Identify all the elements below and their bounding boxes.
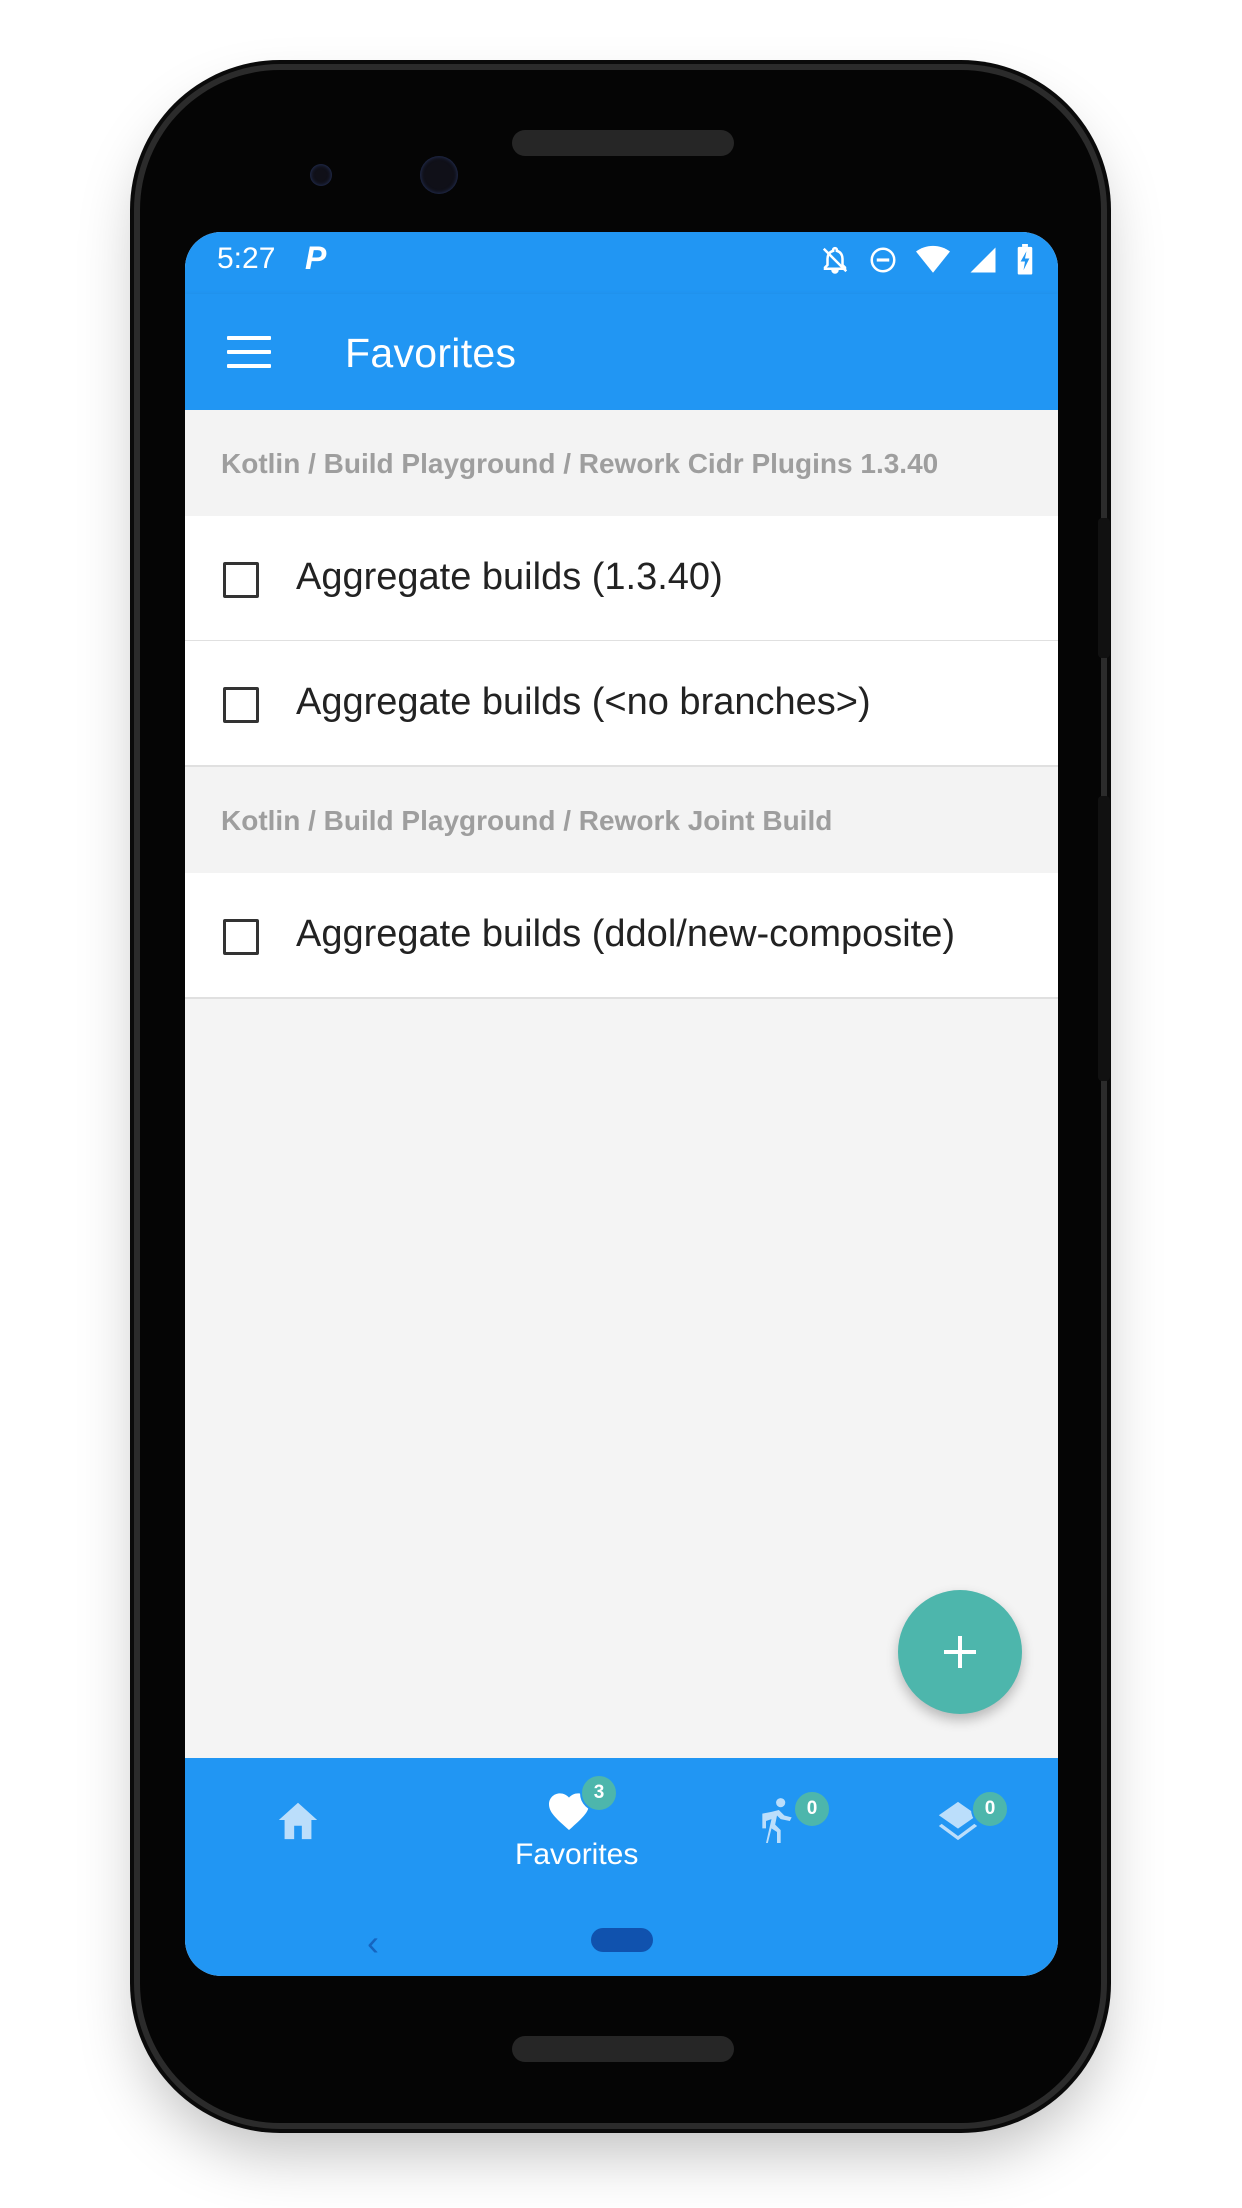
section-header: Kotlin / Build Playground / Rework Cidr … xyxy=(185,410,1058,516)
screen: 5:27 P Favorites Kotlin / Build Playgrou… xyxy=(185,232,1058,1976)
system-home-pill[interactable] xyxy=(591,1928,653,1952)
favorites-badge: 3 xyxy=(580,1774,618,1812)
bottom-navigation: 3 Favorites 0 0 ‹ xyxy=(185,1758,1058,1976)
section-header-label: Kotlin / Build Playground / Rework Joint… xyxy=(221,805,833,836)
menu-icon[interactable] xyxy=(227,336,271,368)
running-badge: 0 xyxy=(793,1790,831,1828)
notifications-off-icon xyxy=(822,246,848,274)
status-time: 5:27 xyxy=(217,242,276,275)
list-item[interactable]: Aggregate builds (ddol/new-composite) xyxy=(185,873,1058,999)
home-icon xyxy=(278,1802,318,1840)
earpiece-speaker xyxy=(512,130,734,156)
wifi-icon xyxy=(916,245,950,273)
bottom-speaker xyxy=(512,2036,734,2062)
nav-item-favorites[interactable]: 3 Favorites xyxy=(455,1758,675,1888)
nav-item-label: Favorites xyxy=(515,1838,639,1871)
list-item[interactable]: Aggregate builds (1.3.40) xyxy=(185,516,1058,642)
system-back-button[interactable]: ‹ xyxy=(367,1922,379,1964)
volume-button xyxy=(1098,796,1110,1081)
section-header-label: Kotlin / Build Playground / Rework Cidr … xyxy=(221,448,939,479)
list-item-label: Aggregate builds (ddol/new-composite) xyxy=(296,913,956,955)
front-camera xyxy=(420,156,458,194)
app-bar: Favorites xyxy=(185,294,1058,410)
favorite-checkbox[interactable] xyxy=(223,919,259,955)
favorite-checkbox[interactable] xyxy=(223,687,259,723)
app-notification-glyph: P xyxy=(305,240,327,276)
queue-badge: 0 xyxy=(971,1790,1009,1828)
status-icons xyxy=(820,244,1034,276)
signal-icon xyxy=(970,247,996,273)
front-camera-small xyxy=(310,164,332,186)
nav-item-queue[interactable]: 0 xyxy=(915,1758,1055,1888)
nav-item-home[interactable] xyxy=(225,1758,365,1888)
list-item[interactable]: Aggregate builds (<no branches>) xyxy=(185,641,1058,767)
list-item-label: Aggregate builds (1.3.40) xyxy=(296,556,723,598)
list-item-label: Aggregate builds (<no branches>) xyxy=(296,681,871,723)
status-bar: 5:27 P xyxy=(185,232,1058,294)
add-favorite-button[interactable] xyxy=(898,1590,1022,1714)
page-title: Favorites xyxy=(345,330,517,376)
do-not-disturb-icon xyxy=(870,247,896,273)
favorite-checkbox[interactable] xyxy=(223,562,259,598)
power-button xyxy=(1098,518,1110,658)
section-header: Kotlin / Build Playground / Rework Joint… xyxy=(185,767,1058,873)
running-icon xyxy=(762,1798,792,1843)
battery-charging-icon xyxy=(1017,244,1033,275)
nav-item-running[interactable]: 0 xyxy=(725,1758,885,1888)
